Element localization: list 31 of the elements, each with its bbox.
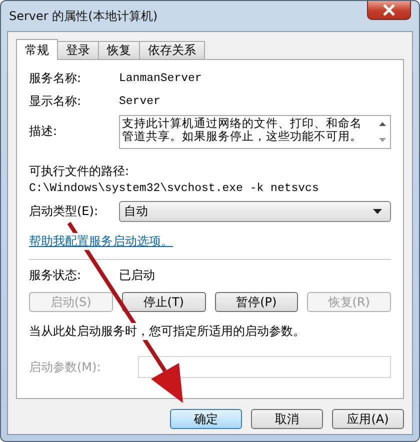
dialog-button[interactable]: 应用(A) [332,409,404,429]
field-value: LanmanServer [119,72,202,85]
dialog-button[interactable]: 确定 [170,409,242,429]
dialog-button[interactable]: 取消 [251,409,323,429]
help-link[interactable]: 帮助我配置服务启动选项。 [29,233,173,250]
dropdown-arrow-icon [373,209,382,214]
window-title: Server 的属性(本地计算机) [9,8,158,24]
tab[interactable]: 依存关系 [139,41,205,59]
description-text: 支持此计算机通过网络的文件、打印、和命名管道共享。如果服务停止，这些功能不可用。 [121,116,363,145]
scroll-down-icon [378,138,386,142]
field-label: 服务名称: [29,70,82,87]
start-parameters-field[interactable] [138,356,391,378]
field-label: 启动类型(E): [29,203,99,220]
tab[interactable]: 登录 [57,41,99,59]
field-label: 启动参数(M): [29,358,102,376]
close-button[interactable] [367,1,411,20]
field-label: 描述: [29,123,58,140]
path-value: C:\Windows\system32\svchost.exe -k netsvcs [29,182,320,195]
service-control-button[interactable]: 暂停(P) [214,292,298,312]
description-box[interactable]: 支持此计算机通过网络的文件、打印、和命名管道共享。如果服务停止，这些功能不可用。 [119,115,391,149]
scroll-up-icon [378,122,386,126]
field-value: Server [119,95,160,108]
tab[interactable]: 常规 [16,39,58,60]
startup-type-dropdown[interactable]: 自动 [119,201,391,222]
field-label: 服务状态: [29,267,82,284]
field-label: 可执行文件的路径: [29,163,130,180]
field-label: 显示名称: [29,93,82,110]
tab[interactable]: 恢复 [98,41,140,59]
close-icon [382,4,396,16]
service-control-button[interactable]: 停止(T) [122,292,206,312]
status-value: 已启动 [119,267,155,284]
